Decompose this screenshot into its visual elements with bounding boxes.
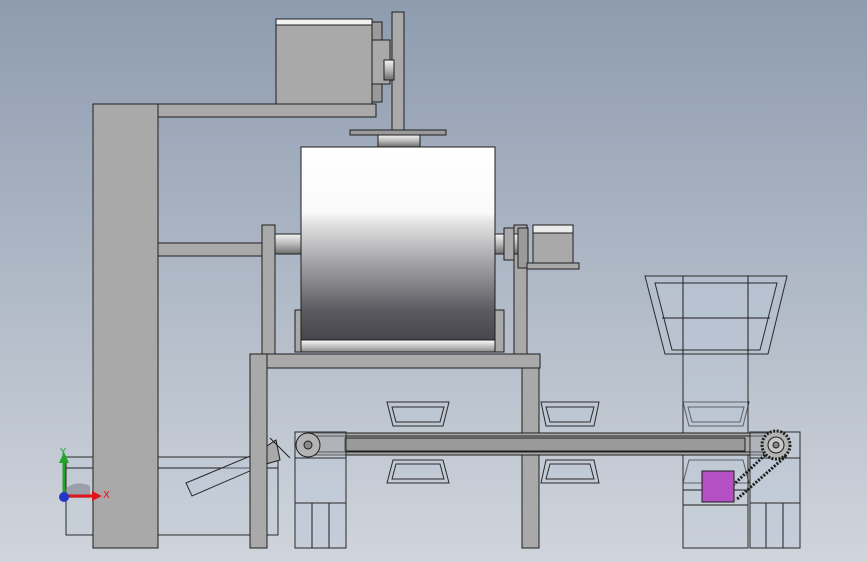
cad-viewport[interactable]: Y X: [0, 0, 867, 562]
conveyor-motor: [701, 470, 735, 503]
side-motor: [526, 224, 580, 270]
x-axis-label: X: [103, 490, 110, 501]
y-axis-label: Y: [59, 447, 67, 458]
z-axis-dot: [59, 492, 69, 502]
mixing-drum: [274, 146, 529, 353]
